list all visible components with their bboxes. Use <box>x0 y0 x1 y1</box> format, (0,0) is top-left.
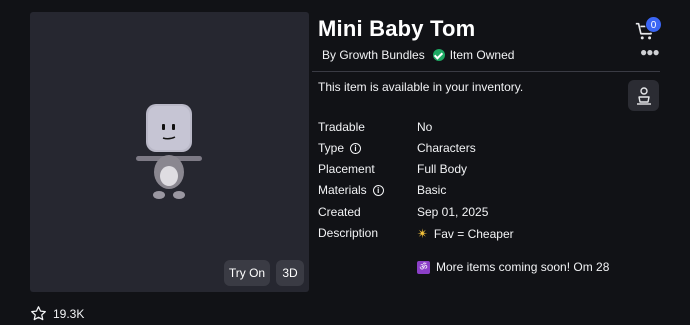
info-icon[interactable]: i <box>372 184 384 196</box>
favorite-control[interactable]: 19.3K <box>30 305 84 322</box>
om-icon: ॐ <box>417 260 430 274</box>
owned-status: Item Owned <box>432 48 515 62</box>
description-extra-wrap: ॐ More items coming soon! Om 28 <box>417 260 609 274</box>
detail-value: Fav = Cheaper <box>433 227 514 241</box>
detail-value: Full Body <box>417 162 468 176</box>
creator-link[interactable]: By Growth Bundles <box>322 48 425 62</box>
detail-label: Description <box>318 226 379 240</box>
availability-text: This item is available in your inventory… <box>318 80 524 94</box>
info-icon[interactable]: i <box>350 142 362 154</box>
detail-label: Tradable <box>318 120 365 134</box>
detail-value: Basic <box>417 183 447 197</box>
more-icon[interactable]: ●●● <box>640 45 660 59</box>
sparkle-icon: ✴ <box>417 226 428 241</box>
detail-label: Materials <box>318 183 367 197</box>
detail-label: Created <box>318 205 361 219</box>
detail-label: Type <box>318 141 345 155</box>
item-title: Mini Baby Tom <box>318 16 476 41</box>
detail-label-wrap: Materials i <box>318 183 384 197</box>
divider <box>312 71 660 72</box>
avatar-icon <box>636 86 651 105</box>
detail-value: Characters <box>417 141 476 155</box>
detail-value: No <box>417 120 433 134</box>
creator-line: By Growth Bundles Item Owned <box>322 48 514 62</box>
favorite-count: 19.3K <box>53 306 85 321</box>
detail-label: Placement <box>318 162 375 176</box>
description-extra: More items coming soon! Om 28 <box>436 260 610 274</box>
detail-value-wrap: ✴ Fav = Cheaper <box>417 226 514 242</box>
item-preview[interactable]: Try On 3D <box>30 12 309 292</box>
avatar-button[interactable] <box>628 80 659 111</box>
check-circle-icon <box>432 49 445 61</box>
detail-value: Sep 01, 2025 <box>417 205 489 219</box>
owned-label: Item Owned <box>449 48 515 62</box>
item-thumbnail <box>136 104 202 199</box>
view-3d-button[interactable]: 3D <box>276 260 304 286</box>
try-on-button[interactable]: Try On <box>224 260 270 286</box>
detail-label-wrap: Type i <box>318 141 362 155</box>
star-icon[interactable] <box>30 305 47 322</box>
cart-count-badge: 0 <box>645 16 662 33</box>
